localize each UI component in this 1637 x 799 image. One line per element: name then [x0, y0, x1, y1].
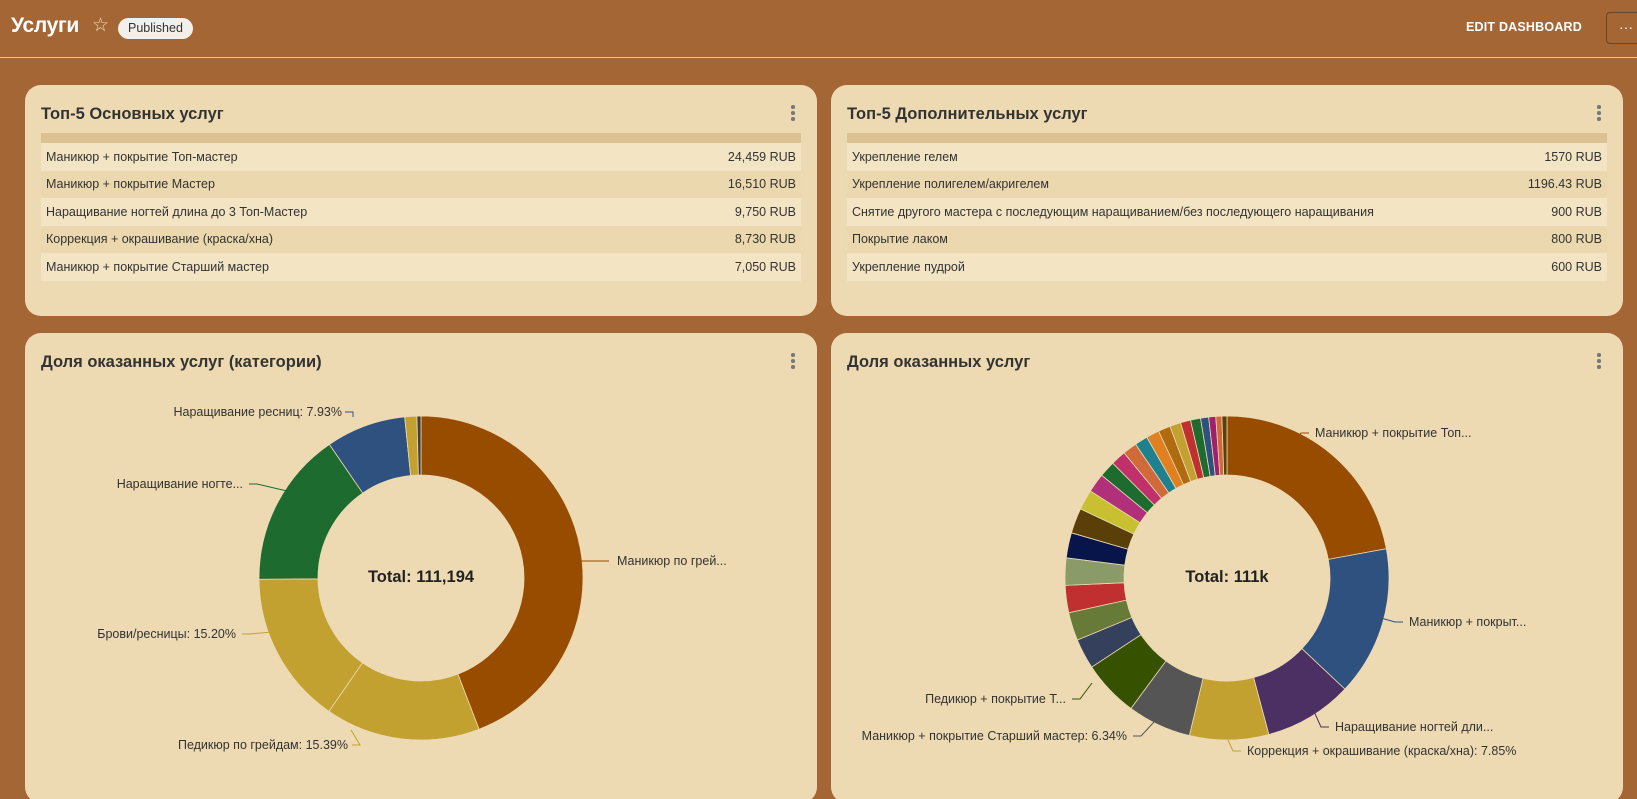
- table-row: Маникюр + покрытие Мастер 16,510 RUB: [41, 170, 801, 198]
- annotation-line: [242, 631, 273, 635]
- service-value: 1196.43 RUB: [1527, 177, 1602, 192]
- slice-annotation: Наращивание ногте...: [117, 477, 243, 491]
- annotation-line: [1380, 617, 1403, 623]
- service-name: Укрепление гелем: [852, 149, 958, 164]
- service-value: 16,510 RUB: [727, 177, 796, 192]
- table-row: Укрепление гелем 1570 RUB: [847, 143, 1607, 171]
- service-name: Укрепление пудрой: [852, 259, 965, 274]
- slice-annotation: Маникюр + покрыт...: [1409, 615, 1526, 629]
- status-badge: Published: [118, 18, 193, 39]
- services-table: Маникюр + покрытие Топ-мастер 24,459 RUB …: [41, 133, 801, 281]
- table-row: Коррекция + окрашивание (краска/хна) 8,73…: [41, 225, 801, 253]
- table-header: [847, 133, 1607, 143]
- table-row: Маникюр + покрытие Топ-мастер 24,459 RUB: [41, 143, 801, 171]
- slice-annotation: Наращивание ресниц: 7.93%: [174, 405, 343, 419]
- category-share-card: Доля оказанных услуг (категории) Total: …: [25, 333, 817, 799]
- annotation-line: [1072, 682, 1093, 700]
- main-services-card: Топ-5 Основных услуг Маникюр + покрытие …: [25, 85, 817, 316]
- dashboard-title: Услуги: [11, 14, 80, 37]
- service-name: Маникюр + покрытие Мастер: [46, 177, 215, 192]
- table-header: [41, 133, 801, 143]
- category-donut-chart: Total: 111,194 Маникюр по грей... Педикю…: [97, 405, 727, 752]
- services-share-card: Доля оказанных услуг Total: 111k Маникюр…: [831, 333, 1623, 799]
- table-row: Маникюр + покрытие Старший мастер 7,050 R…: [41, 253, 801, 281]
- chart-center-label: Total: 111k: [1185, 568, 1269, 586]
- slice-annotation: Коррекция + окрашивание (краска/хна): 7.…: [1247, 744, 1516, 758]
- annotation-line: [1133, 721, 1155, 737]
- slice-annotation: Педикюр по грейдам: 15.39%: [178, 738, 348, 752]
- service-name: Покрытие лаком: [852, 232, 948, 247]
- service-value: 9,750 RUB: [734, 204, 796, 219]
- service-value: 900 RUB: [1551, 204, 1602, 219]
- table-row: Укрепление полигелем/акригелем 1196.43 RU…: [847, 170, 1607, 198]
- slice-annotation: Брови/ресницы: 15.20%: [97, 627, 236, 641]
- chart-center-label: Total: 111,194: [368, 568, 475, 586]
- table-row: Наращивание ногтей длина до 3 Топ-Мастер…: [41, 198, 801, 226]
- slice-annotation: Педикюр + покрытие Т...: [925, 692, 1066, 706]
- table-row: Укрепление пудрой 600 RUB: [847, 253, 1607, 281]
- kebab-menu-icon[interactable]: [789, 105, 797, 123]
- extra-services-card: Топ-5 Дополнительных услуг Укрепление ге…: [831, 85, 1623, 316]
- table-row: Снятие другого мастера с последующим нар…: [847, 198, 1607, 226]
- more-options-button[interactable]: ···: [1606, 12, 1637, 44]
- service-name: Коррекция + окрашивание (краска/хна): [46, 232, 274, 247]
- kebab-menu-icon[interactable]: [1595, 105, 1603, 123]
- edit-dashboard-button[interactable]: EDIT DASHBOARD: [1466, 20, 1582, 34]
- card-title: Топ-5 Основных услуг: [41, 105, 224, 123]
- service-name: Укрепление полигелем/акригелем: [852, 177, 1049, 192]
- service-name: Маникюр + покрытие Старший мастер: [46, 259, 269, 274]
- card-title: Топ-5 Дополнительных услуг: [847, 105, 1088, 123]
- star-icon[interactable]: ☆: [92, 16, 109, 35]
- slice-annotation: Маникюр по грей...: [617, 554, 727, 568]
- slice-annotation: Маникюр + покрытие Топ...: [1315, 426, 1472, 440]
- service-name: Маникюр + покрытие Топ-мастер: [46, 149, 238, 164]
- service-name: Снятие другого мастера с последующим нар…: [852, 204, 1374, 219]
- service-value: 8,730 RUB: [734, 232, 796, 247]
- annotation-line: [345, 411, 354, 417]
- table-row: Покрытие лаком 800 RUB: [847, 225, 1607, 253]
- slice-annotation: Маникюр + покрытие Старший мастер: 6.34%: [862, 729, 1127, 743]
- services-donut-chart: Total: 111k Маникюр + покрытие Топ... Ма…: [862, 415, 1526, 758]
- dashboard-header: Услуги ☆ Published EDIT DASHBOARD ···: [0, 0, 1637, 58]
- slice-annotation: Наращивание ногтей дли...: [1335, 720, 1493, 734]
- service-name: Наращивание ногтей длина до 3 Топ-Мастер: [46, 204, 308, 219]
- annotation-line: [249, 483, 288, 492]
- service-value: 800 RUB: [1551, 232, 1602, 247]
- annotation-line: [1227, 739, 1241, 752]
- services-table: Укрепление гелем 1570 RUB Укрепление поли…: [847, 133, 1607, 281]
- service-value: 1570 RUB: [1544, 149, 1602, 164]
- service-value: 600 RUB: [1551, 259, 1602, 274]
- service-value: 7,050 RUB: [734, 259, 796, 274]
- service-value: 24,459 RUB: [727, 149, 796, 164]
- annotation-line: [350, 729, 361, 746]
